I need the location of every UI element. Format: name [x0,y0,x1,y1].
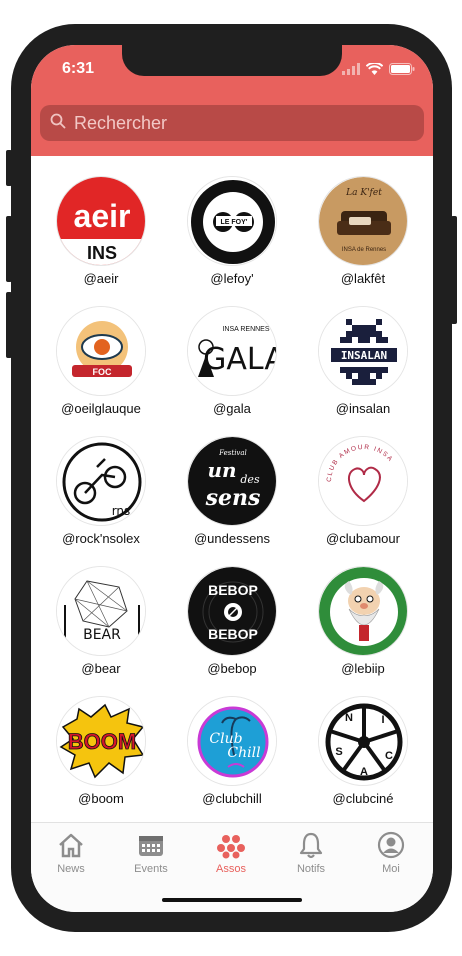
lefoy-logo-text: LE FOY' [221,219,248,226]
asso-logo-rocknsolex[interactable]: rns [56,436,146,526]
aeir-logo-text: aeir [74,198,131,234]
asso-logo-clubchill[interactable]: Club Chill [187,696,277,786]
clubcine-letter-n: N [345,712,353,724]
search-input[interactable] [74,112,394,134]
asso-logo-bear[interactable]: BEAR [56,566,146,656]
boom-logo-text: BOOM [68,729,136,754]
undessens-logo-3: sens [205,485,261,511]
home-indicator[interactable] [162,898,302,902]
asso-handle[interactable]: @clubciné [298,791,428,806]
signal-icon [342,62,360,80]
tab-label: News [57,863,85,875]
user-icon [351,831,431,859]
bear-logo-text: BEAR [83,627,121,643]
tab-label: Notifs [296,863,326,875]
search-bar[interactable] [40,105,424,141]
gala-logo-top: INSA RENNES [222,326,269,333]
asso-handle[interactable]: @oeilglauque [36,401,166,416]
asso-handle[interactable]: @bebop [167,661,297,676]
asso-handle[interactable]: @gala [167,401,297,416]
asso-logo-undessens[interactable]: Festival un des sens [187,436,277,526]
tab-notifs[interactable]: Notifs [271,831,351,875]
asso-logo-lefoy[interactable]: LE FOY' [187,176,277,266]
app-screen: 6:31 aeir [31,45,433,912]
undessens-logo-1: un [207,458,236,482]
asso-handle[interactable]: @bear [36,661,166,676]
wifi-icon [365,61,384,80]
asso-handle[interactable]: @undessens [167,531,297,546]
people-dots-icon [191,831,271,859]
rns-logo-text: rns [112,504,131,518]
bebop-logo-top: BEBOP [208,582,258,598]
asso-handle[interactable]: @lakfêt [298,271,428,286]
battery-icon [389,62,415,80]
asso-logo-insalan[interactable]: INSALAN [318,306,408,396]
asso-logo-lakfet[interactable]: La K'fet INSA de Rennes [318,176,408,266]
asso-handle[interactable]: @lebiip [298,661,428,676]
device-notch [122,45,342,76]
clubcine-letter-i: I [381,714,384,726]
asso-logo-lebiip[interactable] [318,566,408,656]
lakfet-logo-text: La K'fet [345,188,382,198]
clubcine-letter-a: A [360,766,368,778]
search-icon [50,113,66,134]
bell-icon [271,831,351,859]
insalan-logo-text: INSALAN [341,349,387,362]
asso-handle[interactable]: @clubamour [298,531,428,546]
aeir-logo-sub: INS [87,243,117,263]
status-time: 6:31 [62,60,95,77]
tab-news[interactable]: News [31,831,111,875]
asso-logo-bebop[interactable]: BEBOP BEBOP [187,566,277,656]
asso-handle[interactable]: @aeir [36,271,166,286]
asso-logo-oeilglauque[interactable]: FOC [56,306,146,396]
asso-logo-aeir[interactable]: aeir INS [56,176,146,266]
tab-label: Moi [382,863,400,875]
asso-handle[interactable]: @boom [36,791,166,806]
bebop-logo-bottom: BEBOP [208,626,258,642]
tab-label: Events [134,863,168,875]
tab-events[interactable]: Events [111,831,191,875]
asso-logo-boom[interactable]: BOOM [56,696,146,786]
asso-handle[interactable]: @lefoy' [167,271,297,286]
lakfet-logo-sub: INSA de Rennes [342,247,386,253]
asso-logo-clubamour[interactable]: CLUB AMOUR INSA [318,436,408,526]
asso-logo-clubcine[interactable]: N I C S A [318,696,408,786]
calendar-icon [111,831,191,859]
tab-moi[interactable]: Moi [351,831,431,875]
clubcine-letter-s: S [335,746,342,758]
clubcine-letter-c: C [385,750,393,762]
house-icon [31,831,111,859]
tab-assos[interactable]: Assos [191,831,271,875]
tab-label: Assos [216,863,246,875]
asso-handle[interactable]: @clubchill [167,791,297,806]
foc-logo-text: FOC [93,367,112,377]
asso-handle[interactable]: @rock'nsolex [36,531,166,546]
gala-logo-text: GALA [203,342,277,377]
app-header: 6:31 [31,45,433,156]
status-icons [342,61,415,80]
asso-logo-gala[interactable]: INSA RENNES GALA [187,306,277,396]
asso-handle[interactable]: @insalan [298,401,428,416]
clubchill-logo-2: Chill [227,745,260,761]
undessens-logo-top: Festival [218,449,247,457]
